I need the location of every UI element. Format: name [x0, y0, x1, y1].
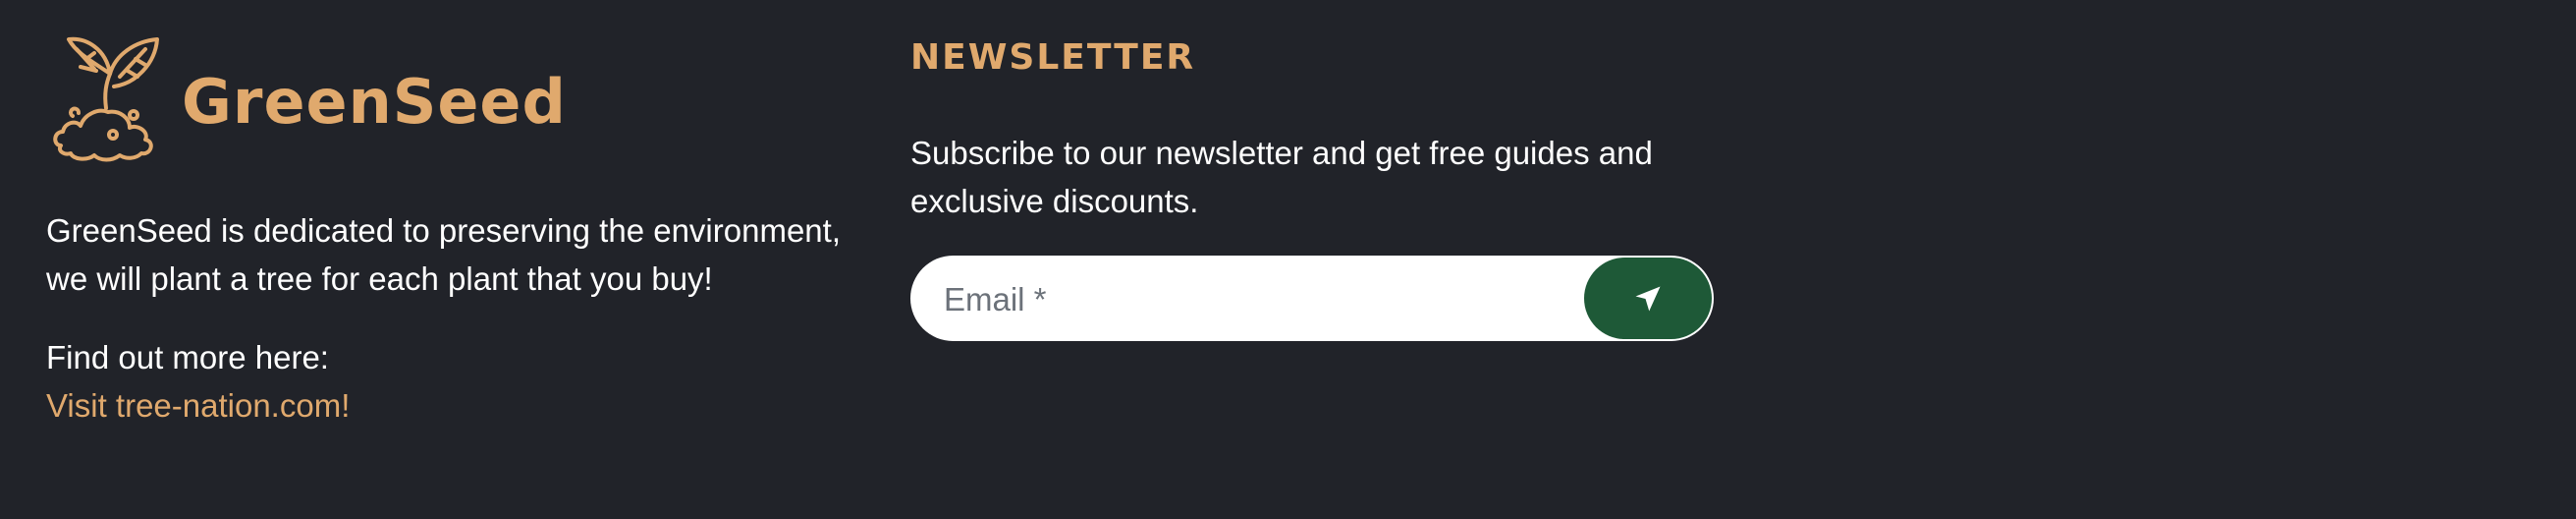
find-out-more: Find out more here: Visit tree-nation.co… [46, 333, 350, 430]
newsletter-form [910, 256, 1714, 343]
tree-nation-link[interactable]: Visit tree-nation.com! [46, 381, 350, 430]
find-out-more-label: Find out more here: [46, 339, 329, 375]
brand-name: GreenSeed [182, 66, 567, 138]
brand-logo[interactable]: GreenSeed [47, 29, 567, 162]
email-input[interactable] [942, 256, 1496, 343]
about-description: GreenSeed is dedicated to preserving the… [46, 212, 841, 297]
subscribe-button[interactable] [1584, 258, 1712, 339]
newsletter-text: Subscribe to our newsletter and get free… [910, 135, 1653, 219]
sprout-in-soil-icon [53, 36, 159, 162]
send-icon [1635, 286, 1661, 311]
newsletter-title: NEWSLETTER [910, 37, 1196, 78]
